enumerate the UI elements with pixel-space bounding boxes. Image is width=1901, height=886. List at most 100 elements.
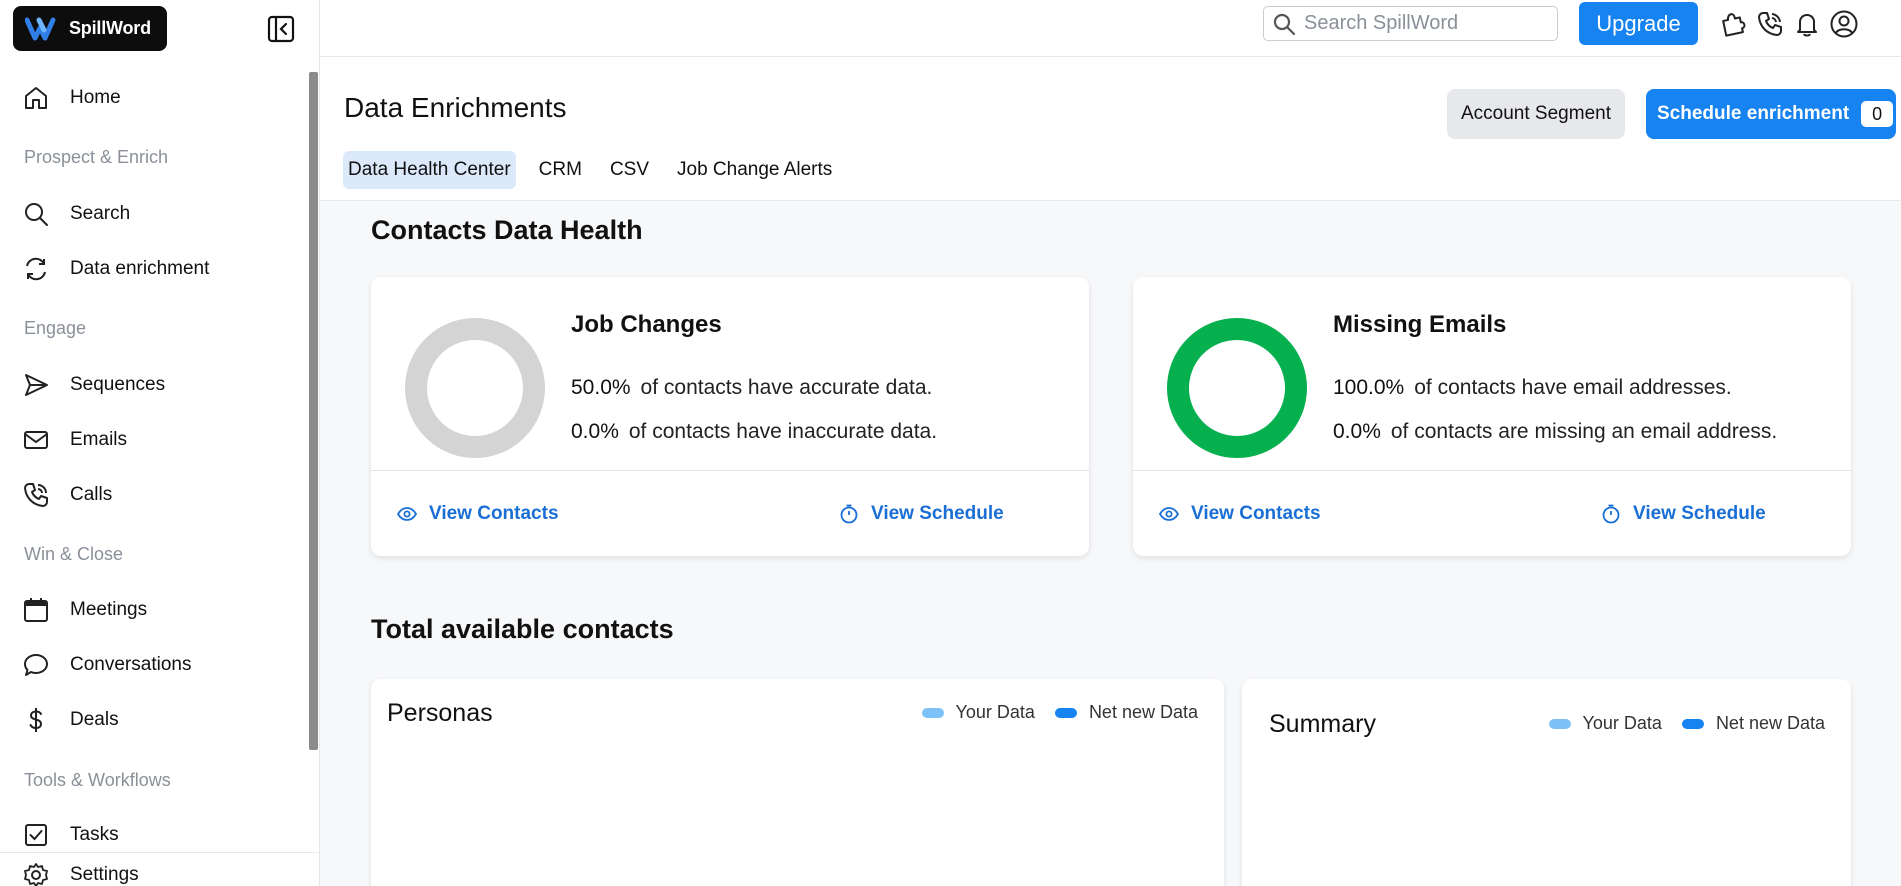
view-contacts-label: View Contacts <box>1191 503 1321 524</box>
sidebar-collapse-icon <box>267 15 295 43</box>
view-schedule-link[interactable]: View Schedule <box>839 503 1004 525</box>
checkbox-icon <box>22 821 50 849</box>
summary-card: Summary Your Data Net new Data <box>1242 679 1851 886</box>
brand-logo[interactable]: SpillWord <box>13 6 167 51</box>
summary-legend: Your Data Net new Data <box>1548 713 1835 734</box>
nav-group-win-close: Win & Close <box>24 544 124 564</box>
stat-line-inaccurate: 0.0% of contacts have inaccurate data. <box>571 420 937 444</box>
brand-name: SpillWord <box>69 18 151 38</box>
legend-swatch-your-data <box>921 707 944 718</box>
logo-mark-icon <box>25 17 56 40</box>
puzzle-icon <box>1722 13 1746 37</box>
personas-legend: Your Data Net new Data <box>921 702 1208 723</box>
schedule-count-badge: 0 <box>1861 101 1894 127</box>
eye-icon <box>1159 507 1179 521</box>
personas-card: Personas Your Data Net new Data <box>371 679 1224 886</box>
stat-line-missing-email: 0.0% of contacts are missing an email add… <box>1333 420 1777 444</box>
chat-icon <box>22 651 50 679</box>
topbar: Upgrade <box>320 0 1901 57</box>
sidebar-item-label: Deals <box>70 709 119 730</box>
sidebar-item-data-enrichment[interactable]: Data enrichment <box>22 249 209 289</box>
sidebar-item-conversations[interactable]: Conversations <box>22 645 191 685</box>
nav-group-tools-workflows: Tools & Workflows <box>24 770 171 790</box>
legend-item-your-data: Your Data <box>921 702 1035 723</box>
main-content: Contacts Data Health Job Changes 50.0% of… <box>320 201 1901 886</box>
sidebar-item-label: Tasks <box>70 824 119 845</box>
notifications-button[interactable] <box>1791 8 1823 40</box>
sidebar-item-label: Calls <box>70 484 113 505</box>
view-contacts-link[interactable]: View Contacts <box>397 503 559 525</box>
home-icon <box>22 84 50 112</box>
sidebar-item-home[interactable]: Home <box>22 78 121 118</box>
view-contacts-link[interactable]: View Contacts <box>1159 503 1321 525</box>
tab-crm[interactable]: CRM <box>534 151 587 189</box>
sidebar-item-tasks[interactable]: Tasks <box>22 815 119 855</box>
sidebar-item-label: Meetings <box>70 599 148 620</box>
view-schedule-label: View Schedule <box>1633 503 1766 524</box>
sidebar-item-label: Settings <box>70 864 139 885</box>
sidebar-item-label: Search <box>70 203 131 224</box>
calendar-icon <box>22 596 50 624</box>
tab-data-health-center[interactable]: Data Health Center <box>343 151 516 189</box>
stat-percent: 0.0% <box>1333 420 1381 443</box>
sidebar-item-meetings[interactable]: Meetings <box>22 590 147 630</box>
sidebar-item-search[interactable]: Search <box>22 194 130 234</box>
legend-swatch-net-new <box>1054 707 1077 718</box>
card-divider <box>371 470 1089 471</box>
sidebar-item-emails[interactable]: Emails <box>22 420 127 460</box>
sidebar: SpillWord Home Prospect & Enrich Search <box>0 0 320 886</box>
mail-icon <box>22 426 50 454</box>
user-icon <box>1830 10 1858 38</box>
view-schedule-link[interactable]: View Schedule <box>1601 503 1766 525</box>
stat-text: of contacts have inaccurate data. <box>628 420 938 443</box>
tab-csv[interactable]: CSV <box>605 151 654 189</box>
schedule-enrichment-label: Schedule enrichment <box>1657 103 1850 124</box>
schedule-enrichment-button[interactable]: Schedule enrichment 0 <box>1646 89 1896 139</box>
sidebar-item-label: Sequences <box>70 374 166 395</box>
legend-item-net-new: Net new Data <box>1054 702 1198 723</box>
refresh-icon <box>22 255 50 283</box>
sidebar-item-label: Home <box>70 87 121 108</box>
legend-item-net-new: Net new Data <box>1681 713 1825 734</box>
sidebar-item-label: Conversations <box>70 654 192 675</box>
sidebar-item-sequences[interactable]: Sequences <box>22 365 165 405</box>
sidebar-item-label: Data enrichment <box>70 258 210 279</box>
stat-percent: 50.0% <box>571 376 631 399</box>
dialer-button[interactable] <box>1754 8 1786 40</box>
sidebar-item-deals[interactable]: Deals <box>22 700 119 740</box>
upgrade-button[interactable]: Upgrade <box>1579 2 1698 45</box>
search-input[interactable] <box>1304 12 1544 35</box>
page-title: Data Enrichments <box>344 92 567 123</box>
card-divider <box>1133 470 1851 471</box>
sidebar-item-calls[interactable]: Calls <box>22 475 112 515</box>
stat-text: of contacts have accurate data. <box>640 376 933 399</box>
global-search[interactable] <box>1263 6 1558 41</box>
view-schedule-label: View Schedule <box>871 503 1004 524</box>
eye-icon <box>397 507 417 521</box>
dollar-icon <box>22 706 50 734</box>
legend-item-your-data: Your Data <box>1548 713 1662 734</box>
stat-text: of contacts are missing an email address… <box>1390 420 1778 443</box>
page-header: Data Enrichments Account Segment Schedul… <box>320 57 1901 201</box>
stat-line-has-email: 100.0% of contacts have email addresses. <box>1333 376 1732 400</box>
summary-title: Summary <box>1269 710 1376 738</box>
health-card-job-changes: Job Changes 50.0% of contacts have accura… <box>371 277 1089 556</box>
sidebar-footer: Settings <box>0 852 319 886</box>
collapse-sidebar-button[interactable] <box>266 14 296 44</box>
tab-job-change-alerts[interactable]: Job Change Alerts <box>672 151 837 189</box>
sidebar-item-settings[interactable]: Settings <box>22 855 139 886</box>
personas-title: Personas <box>387 699 493 727</box>
card-title: Missing Emails <box>1333 311 1507 338</box>
account-segment-button[interactable]: Account Segment <box>1447 89 1625 139</box>
sidebar-scrollbar[interactable] <box>309 72 318 750</box>
stat-percent: 100.0% <box>1333 376 1405 399</box>
stat-text: of contacts have email addresses. <box>1414 376 1732 399</box>
profile-button[interactable] <box>1828 8 1860 40</box>
integrations-button[interactable] <box>1717 8 1749 40</box>
donut-chart <box>1167 318 1307 458</box>
donut-chart <box>405 318 545 458</box>
legend-label: Your Data <box>955 702 1035 722</box>
section-title-data-health: Contacts Data Health <box>371 215 643 245</box>
legend-swatch-your-data <box>1548 718 1571 729</box>
timer-icon <box>840 504 858 524</box>
